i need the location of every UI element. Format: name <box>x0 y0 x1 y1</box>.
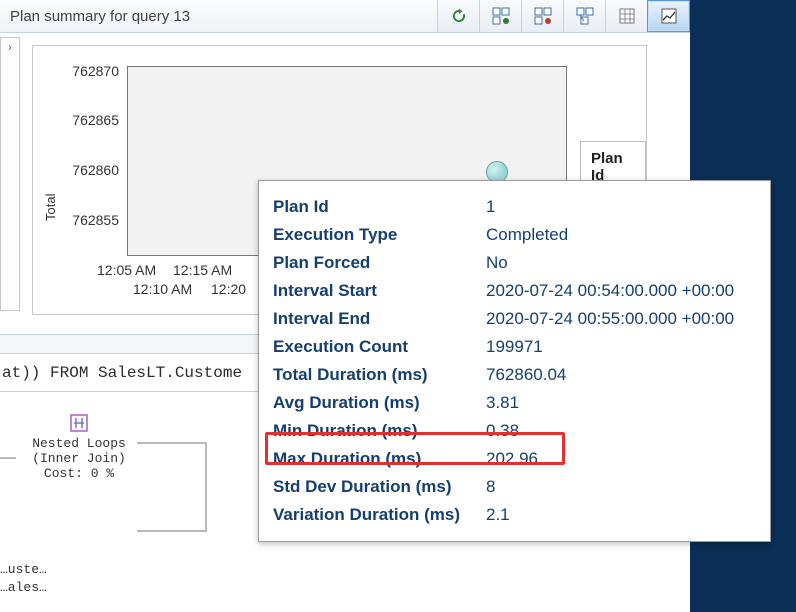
detail-row: Execution TypeCompleted <box>273 221 756 249</box>
detail-key: Plan Id <box>273 197 486 217</box>
force-plan-icon <box>534 7 552 25</box>
detail-key: Variation Duration (ms) <box>273 505 486 525</box>
plan-node-op: Nested Loops <box>14 436 144 451</box>
detail-value: No <box>486 253 508 273</box>
plan-detail-tooltip: Plan Id1 Execution TypeCompleted Plan Fo… <box>258 180 771 542</box>
plan-connector <box>205 442 207 532</box>
query-text: at)) FROM SalesLT.Custome <box>0 364 242 382</box>
detail-value: 1 <box>486 197 495 217</box>
chart-icon <box>660 7 678 25</box>
refresh-button[interactable] <box>437 0 479 32</box>
detail-key: Interval End <box>273 309 486 329</box>
detail-value: 3.81 <box>486 393 519 413</box>
x-tick-label: 12:05 AM <box>97 262 156 278</box>
detail-key: Execution Type <box>273 225 486 245</box>
detail-row: Variation Duration (ms)2.1 <box>273 501 756 529</box>
detail-key: Interval Start <box>273 281 486 301</box>
x-tick-label: 12:20 <box>211 281 246 297</box>
plan-node-nested-loops[interactable]: Nested Loops (Inner Join) Cost: 0 % <box>14 412 144 481</box>
detail-value: 202.96 <box>486 449 538 469</box>
force-plan-button[interactable] <box>521 0 563 32</box>
detail-key: Max Duration (ms) <box>273 449 486 469</box>
plan-connector <box>137 442 207 444</box>
detail-value: 0.38 <box>486 421 519 441</box>
detail-row: Execution Count199971 <box>273 333 756 361</box>
y-tick-label: 762865 <box>59 112 119 128</box>
compare-plans-icon <box>576 7 594 25</box>
detail-row: Plan ForcedNo <box>273 249 756 277</box>
detail-row: Max Duration (ms)202.96 <box>273 445 756 473</box>
detail-value: Completed <box>486 225 568 245</box>
x-tick-label: 12:15 AM <box>173 262 232 278</box>
x-tick-label: 12:10 AM <box>133 281 192 297</box>
plan-node-sub: (Inner Join) <box>14 451 144 466</box>
grid-icon <box>618 7 636 25</box>
y-tick-label: 762860 <box>59 162 119 178</box>
y-axis-title: Total <box>43 194 58 221</box>
compare-plans-button[interactable] <box>563 0 605 32</box>
detail-key: Execution Count <box>273 337 486 357</box>
detail-key: Min Duration (ms) <box>273 421 486 441</box>
detail-row: Total Duration (ms)762860.04 <box>273 361 756 389</box>
detail-row: Interval End2020-07-24 00:55:00.000 +00:… <box>273 305 756 333</box>
tracked-queries-icon <box>492 7 510 25</box>
collapse-strip[interactable]: › <box>0 37 20 311</box>
detail-row: Avg Duration (ms)3.81 <box>273 389 756 417</box>
detail-key: Plan Forced <box>273 253 486 273</box>
toolbar-buttons <box>437 0 690 32</box>
refresh-icon <box>450 7 468 25</box>
plan-node-truncated[interactable]: …ales… <box>0 580 47 595</box>
detail-key: Std Dev Duration (ms) <box>273 477 486 497</box>
legend-title: Plan Id <box>591 150 623 184</box>
toolbar: Plan summary for query 13 <box>0 0 690 33</box>
plan-connector <box>137 530 207 532</box>
detail-row: Min Duration (ms)0.38 <box>273 417 756 445</box>
plan-node-cost: Cost: 0 % <box>14 466 144 481</box>
detail-value: 8 <box>486 477 495 497</box>
detail-value: 2.1 <box>486 505 510 525</box>
chart-view-button[interactable] <box>647 0 690 32</box>
detail-value: 2020-07-24 00:54:00.000 +00:00 <box>486 281 734 301</box>
detail-value: 2020-07-24 00:55:00.000 +00:00 <box>486 309 734 329</box>
detail-key: Avg Duration (ms) <box>273 393 486 413</box>
chevron-right-icon: › <box>8 42 12 54</box>
plan-node-truncated[interactable]: …uste… <box>0 562 47 577</box>
view-tracked-queries-button[interactable] <box>479 0 521 32</box>
nested-loops-icon <box>68 412 90 434</box>
detail-row: Std Dev Duration (ms)8 <box>273 473 756 501</box>
desktop-background: Plan summary for query 13 <box>0 0 796 612</box>
y-tick-label: 762870 <box>59 63 119 79</box>
detail-value: 762860.04 <box>486 365 566 385</box>
detail-row: Interval Start2020-07-24 00:54:00.000 +0… <box>273 277 756 305</box>
detail-row: Plan Id1 <box>273 193 756 221</box>
y-tick-label: 762855 <box>59 212 119 228</box>
grid-view-button[interactable] <box>605 0 647 32</box>
detail-key: Total Duration (ms) <box>273 365 486 385</box>
panel-title: Plan summary for query 13 <box>0 0 437 32</box>
detail-value: 199971 <box>486 337 543 357</box>
